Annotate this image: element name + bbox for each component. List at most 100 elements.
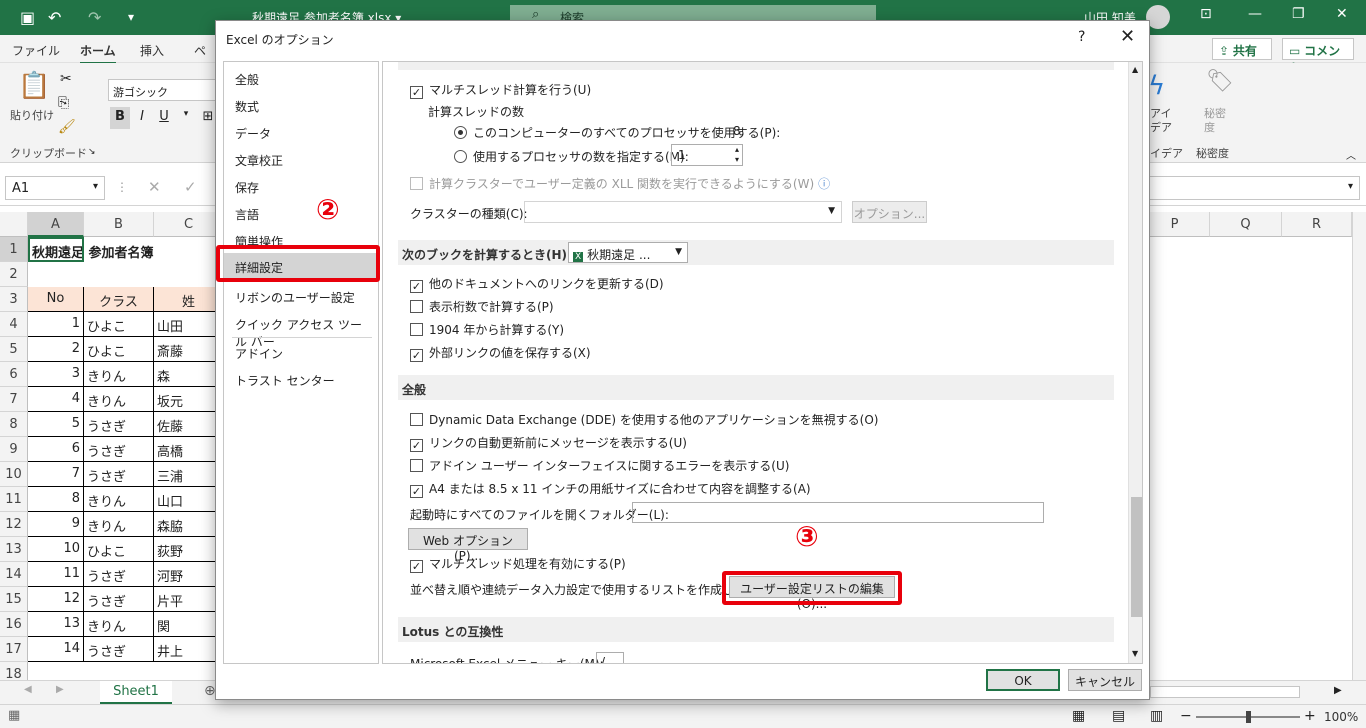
table-cell[interactable]: 6 [28,437,84,462]
expand-formula-icon[interactable]: ▾ [1348,181,1353,192]
row-header[interactable]: 17 [0,637,28,662]
ideas-icon[interactable]: ϟ [1148,71,1165,101]
scroll-thumb[interactable] [1131,497,1142,617]
close-icon[interactable]: ✕ [1120,26,1135,47]
nav-item-quick-access[interactable]: クイック アクセス ツール バー [224,310,378,349]
format-painter-icon[interactable]: 🖌 [58,119,76,135]
web-options-button[interactable]: Web オプション(P)... [408,528,528,563]
underline-dropdown-icon[interactable]: ▾ [176,107,196,129]
scroll-right-icon[interactable]: ▶ [1334,685,1342,696]
row-header[interactable]: 4 [0,312,28,337]
save-links-checkbox[interactable]: ✓ 外部リンクの値を保存する(X) [410,344,591,362]
table-cell[interactable]: 8 [28,487,84,512]
sheet-tab-sheet1[interactable]: Sheet1 [100,681,172,704]
select-all-corner[interactable] [0,212,28,237]
column-header-b[interactable]: B [84,212,154,237]
sensitivity-label[interactable]: 秘密 度 [1204,107,1226,135]
font-name-input[interactable]: 游ゴシック [108,79,216,101]
table-cell[interactable]: 3 [28,362,84,387]
tab-insert[interactable]: 挿入 [140,42,164,59]
table-cell[interactable]: きりん [84,512,154,537]
row-header[interactable]: 1 [0,237,28,262]
zoom-out-icon[interactable]: − [1180,708,1192,724]
table-cell[interactable]: ひよこ [84,537,154,562]
row-header[interactable]: 7 [0,387,28,412]
table-header-cell[interactable]: No [28,287,84,312]
table-cell[interactable]: 荻野 [154,537,224,562]
row-header[interactable]: 6 [0,362,28,387]
table-cell[interactable]: 12 [28,587,84,612]
cancel-entry-icon[interactable]: ✕ [148,178,161,196]
table-cell[interactable]: 4 [28,387,84,412]
copy-icon[interactable]: ⎘ [58,95,69,111]
menu-key-input[interactable]: / [596,652,624,663]
table-cell[interactable]: ひよこ [84,337,154,362]
formula-input[interactable]: ▾ [1148,176,1360,200]
prev-sheet-icon[interactable]: ◀ [24,684,32,695]
nav-item-general[interactable]: 全般 [224,65,378,90]
paste-label[interactable]: 貼り付け [10,107,54,123]
table-header-cell[interactable]: 姓 [154,287,224,312]
a4-letter-checkbox[interactable]: ✓ A4 または 8.5 x 11 インチの用紙サイズに合わせて内容を調整する(A… [410,480,811,498]
row-header[interactable]: 16 [0,612,28,637]
table-cell[interactable]: 7 [28,462,84,487]
tab-file[interactable]: ファイル [12,42,60,59]
tab-page-layout[interactable]: ペ [194,42,206,59]
table-cell[interactable]: 11 [28,562,84,587]
table-cell[interactable]: 13 [28,612,84,637]
close-window-icon[interactable]: ✕ [1336,6,1348,22]
title-cell[interactable]: 秋期遠足 参加者名簿 [30,239,156,262]
date1904-checkbox[interactable]: 1904 年から計算する(Y) [410,321,564,338]
addin-errors-checkbox[interactable]: アドイン ユーザー インターフェイスに関するエラーを表示する(U) [410,457,789,474]
dialog-launcher-icon[interactable]: ↘ [88,147,96,157]
row-header[interactable]: 5 [0,337,28,362]
table-cell[interactable]: うさぎ [84,587,154,612]
table-cell[interactable]: 井上 [154,637,224,662]
multithread-proc-checkbox[interactable]: ✓ マルチスレッド処理を有効にする(P) [410,555,626,573]
table-cell[interactable]: 坂元 [154,387,224,412]
name-box[interactable]: A1 ▾ [5,176,105,200]
chevron-down-icon[interactable]: ▾ [93,181,98,192]
table-cell[interactable]: 森 [154,362,224,387]
table-cell[interactable]: 山田 [154,312,224,337]
undo-icon[interactable]: ↶ [48,8,61,27]
table-header-cell[interactable]: クラス [84,287,154,312]
nav-item-proofing[interactable]: 文章校正 [224,146,378,171]
zoom-slider-thumb[interactable] [1246,711,1251,723]
paste-icon[interactable]: 📋 [18,71,50,101]
auto-update-msg-checkbox[interactable]: ✓ リンクの自動更新前にメッセージを表示する(U) [410,434,687,452]
row-header[interactable]: 12 [0,512,28,537]
page-layout-view-icon[interactable]: ▤ [1112,708,1125,724]
collapse-ribbon-icon[interactable]: ︿ [1346,147,1356,162]
use-all-processors-radio[interactable]: このコンピューターのすべてのプロセッサを使用する(P): [454,124,780,141]
table-cell[interactable]: 関 [154,612,224,637]
table-cell[interactable]: 山口 [154,487,224,512]
table-cell[interactable]: 佐藤 [154,412,224,437]
save-icon[interactable]: ▣ [20,8,35,27]
zoom-level[interactable]: 100% [1324,710,1358,724]
ribbon-display-icon[interactable]: ⊡ [1200,6,1212,22]
row-header[interactable]: 9 [0,437,28,462]
spinner-arrows-icon[interactable]: ▴ ▾ [735,145,739,165]
table-cell[interactable]: うさぎ [84,437,154,462]
table-cell[interactable]: 5 [28,412,84,437]
macro-record-icon[interactable]: ▦ [8,708,20,723]
customize-qat-icon[interactable]: ▾ [128,10,134,24]
dde-checkbox[interactable]: Dynamic Data Exchange (DDE) を使用する他のアプリケー… [410,411,878,428]
content-scrollbar[interactable]: ▲ ▼ [1128,62,1142,663]
table-cell[interactable]: 三浦 [154,462,224,487]
precision-checkbox[interactable]: 表示桁数で計算する(P) [410,298,554,315]
comment-button[interactable]: ▭ コメント [1282,38,1354,75]
sensitivity-icon[interactable]: 🏷 [1206,69,1234,94]
tab-home[interactable]: ホーム [80,42,116,64]
table-cell[interactable]: うさぎ [84,462,154,487]
vertical-scrollbar[interactable] [1352,212,1366,680]
nav-item-addins[interactable]: アドイン [224,339,378,364]
table-cell[interactable]: 高橋 [154,437,224,462]
table-cell[interactable]: 14 [28,637,84,662]
ok-button[interactable]: OK [986,669,1060,691]
column-header-p[interactable]: P [1140,212,1210,237]
zoom-in-icon[interactable]: + [1304,708,1316,724]
startup-folder-input[interactable] [632,502,1044,523]
row-header[interactable]: 10 [0,462,28,487]
